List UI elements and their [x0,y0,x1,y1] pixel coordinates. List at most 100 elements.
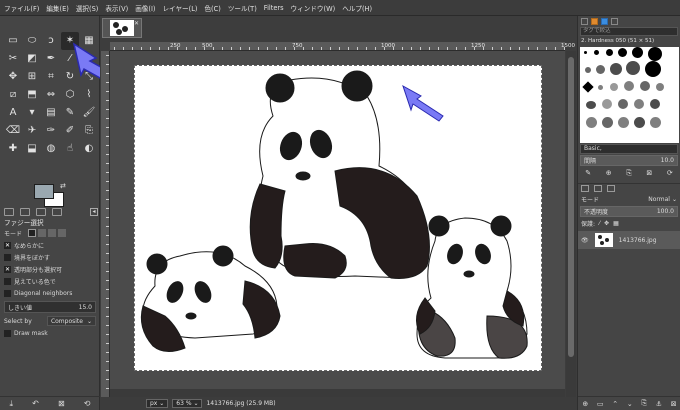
shear-tool-icon[interactable]: ⧄ [4,86,22,104]
foreground-color-swatch[interactable] [34,184,54,199]
menu-item[interactable]: ウィンドウ(W) [291,3,336,13]
lock-alpha-icon[interactable]: ▦ [613,220,619,227]
clone-tool-icon[interactable]: ⎘ [80,122,98,140]
duplicate-layer-icon[interactable]: ⎘ [641,399,647,408]
threshold-field[interactable]: しきい値 15.0 [4,301,96,313]
ink-tool-icon[interactable]: ✑ [42,122,60,140]
mypaint-tool-icon[interactable]: ✐ [61,122,79,140]
menu-item[interactable]: Filters [264,4,284,12]
edit-brush-icon[interactable]: ✎ [585,169,591,177]
select-by-dropdown[interactable]: Composite ⌄ [46,316,96,326]
smudge-tool-icon[interactable]: ☝ [61,140,79,158]
antialias-checkbox[interactable]: ✕ [4,241,11,249]
subtract-mode-icon[interactable] [48,229,57,237]
blur-tool-icon[interactable]: ◍ [42,140,60,158]
menu-item[interactable]: 色(C) [204,3,220,13]
brushes-tab[interactable] [581,17,588,25]
refresh-brushes-icon[interactable]: ⟳ [667,169,673,177]
delete-brush-icon[interactable]: ⊠ [646,169,652,177]
menu-item[interactable]: ツール(T) [228,3,257,13]
feather-checkbox[interactable] [4,253,11,261]
horizontal-scrollbar[interactable] [110,389,565,397]
foreground-select-tool-icon[interactable]: ◩ [23,50,41,68]
menu-item[interactable]: ファイル(F) [4,3,39,13]
menu-item[interactable]: レイヤー(L) [162,3,197,13]
draw-mask-checkbox[interactable] [4,329,11,337]
airbrush-tool-icon[interactable]: ✈ [23,122,41,140]
menu-item[interactable]: 選択(S) [76,3,99,13]
diagonal-option[interactable]: Diagonal neighbors [0,287,100,299]
feather-option[interactable]: 境界をぼかす [0,251,100,263]
replace-mode-icon[interactable] [28,229,37,237]
ellipse-select-tool-icon[interactable]: ⬭ [23,32,41,50]
dock-menu-icon[interactable]: ◂ [90,208,98,216]
reset-options-icon[interactable]: ⟲ [84,399,91,408]
opacity-value[interactable]: 100.0 [657,208,674,215]
brush-preset-field[interactable]: Basic, [580,144,678,154]
brush-grid[interactable] [580,47,679,143]
paths-tab[interactable] [607,185,615,192]
brush-spacing-field[interactable]: 間隔 10.0 [580,155,678,166]
channels-tab[interactable] [594,185,602,192]
crop-tool-icon[interactable]: ⌗ [42,68,60,86]
dodge-burn-tool-icon[interactable]: ◐ [80,140,98,158]
new-brush-icon[interactable]: ⊕ [606,169,612,177]
save-options-icon[interactable]: ⤓ [10,399,14,409]
scissors-select-tool-icon[interactable]: ✂ [4,50,22,68]
menu-item[interactable]: ヘルプ(H) [342,3,372,13]
draw-mask-option[interactable]: Draw mask [0,327,100,339]
text-tool-icon[interactable]: A [4,104,22,122]
raise-layer-icon[interactable]: ⌃ [612,400,618,408]
align-tool-icon[interactable]: ⊞ [23,68,41,86]
opacity-field[interactable]: 不透明度 100.0 [580,206,678,217]
bucket-fill-tool-icon[interactable]: ▾ [23,104,41,122]
rect-select-tool-icon[interactable]: ▭ [4,32,22,50]
threshold-value[interactable]: 15.0 [79,304,92,311]
lower-layer-icon[interactable]: ⌄ [627,400,633,408]
layers-tab[interactable] [581,185,589,192]
spacing-value[interactable]: 10.0 [661,157,674,164]
swap-colors-icon[interactable]: ⇄ [60,182,66,190]
antialias-option[interactable]: ✕ なめらかに [0,239,100,251]
delete-options-icon[interactable]: ⊠ [58,399,65,408]
eye-icon[interactable]: 👁 [581,237,589,244]
layer-name[interactable]: 1413766.jpg [619,237,657,244]
intersect-mode-icon[interactable] [58,229,67,237]
restore-options-icon[interactable]: ↶ [32,399,39,408]
delete-layer-icon[interactable]: ⊠ [671,400,677,408]
close-tab-icon[interactable]: ✕ [134,20,139,27]
anchor-layer-icon[interactable]: ⚓ [656,400,662,408]
image-tab[interactable]: ✕ [102,18,142,38]
unit-select[interactable]: px ⌄ [146,399,169,408]
tool-options-tab[interactable] [4,208,14,216]
images-tab[interactable] [52,208,62,216]
pencil-tool-icon[interactable]: ✎ [61,104,79,122]
image-canvas[interactable] [134,65,542,371]
duplicate-brush-icon[interactable]: ⎘ [626,169,632,178]
patterns-tab[interactable] [591,17,598,25]
perspective-clone-tool-icon[interactable]: ⬓ [23,140,41,158]
fonts-tab[interactable] [601,17,608,25]
transparent-option[interactable]: ✕ 透明部分も選択可 [0,263,100,275]
diagonal-checkbox[interactable] [4,289,11,297]
add-mode-icon[interactable] [38,229,47,237]
vertical-scroll-thumb[interactable] [568,57,574,357]
paths-tool-icon[interactable]: ✒ [42,50,60,68]
brush-tag-filter[interactable]: タグで絞込 [580,27,678,36]
perspective-tool-icon[interactable]: ⬒ [23,86,41,104]
undo-history-tab[interactable] [36,208,46,216]
flip-tool-icon[interactable]: ⇔ [42,86,60,104]
zoom-select[interactable]: 63 % ⌄ [172,399,203,408]
sample-merged-checkbox[interactable] [4,277,11,285]
heal-tool-icon[interactable]: ✚ [4,140,22,158]
move-tool-icon[interactable]: ✥ [4,68,22,86]
document-history-tab[interactable] [611,17,618,25]
menu-item[interactable]: 画像(I) [135,3,155,13]
lock-position-icon[interactable]: ✥ [604,220,609,227]
device-status-tab[interactable] [20,208,30,216]
paintbrush-tool-icon[interactable]: 🖌 [80,104,98,122]
transparent-checkbox[interactable]: ✕ [4,265,11,273]
layer-row[interactable]: 👁 1413766.jpg [578,231,680,249]
sample-merged-option[interactable]: 見えている色で [0,275,100,287]
menu-item[interactable]: 表示(V) [105,3,128,13]
